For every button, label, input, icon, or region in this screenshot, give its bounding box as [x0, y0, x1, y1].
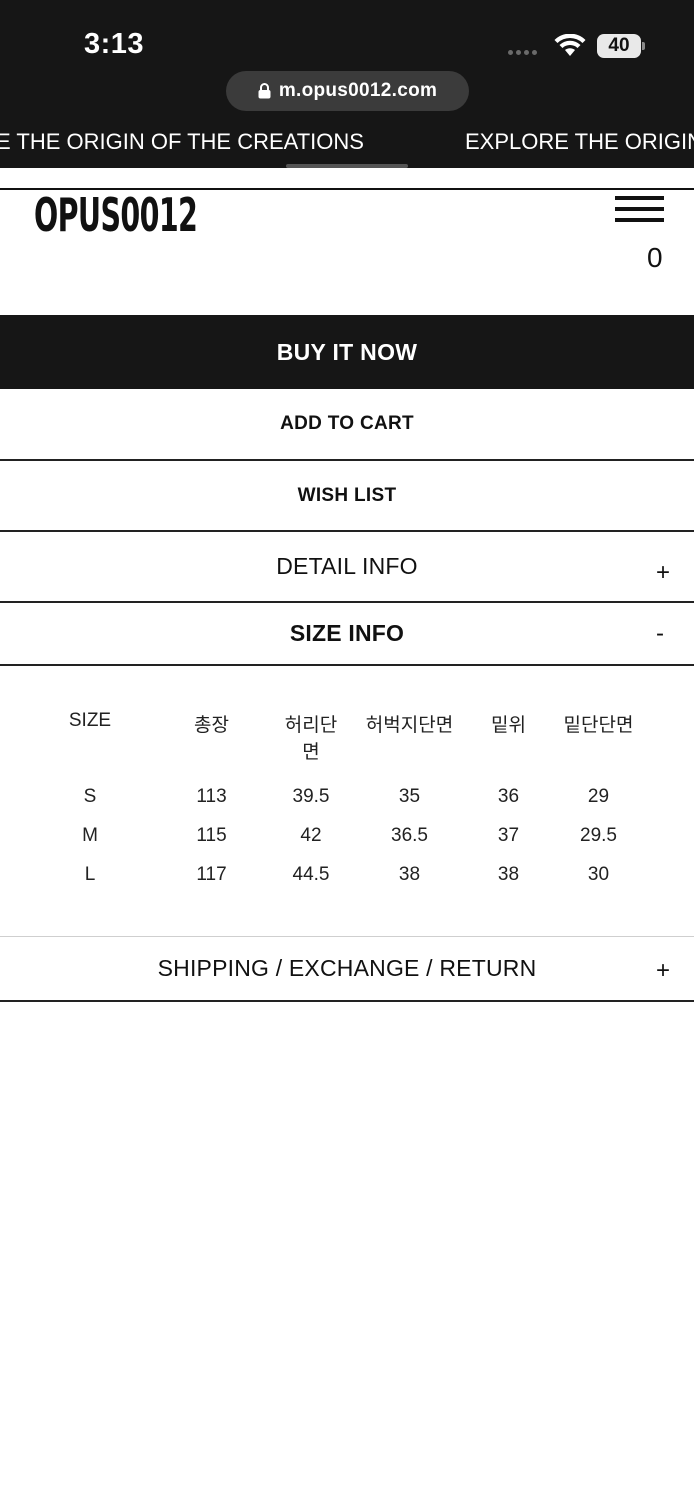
- table-cell: 36.5: [391, 824, 428, 846]
- table-row: S 113 39.5 35 36 29: [40, 764, 660, 816]
- cellular-signal-icon: [508, 50, 537, 55]
- table-cell: 117: [196, 863, 227, 885]
- marquee-text-repeat: EXPLORE THE ORIGIN: [465, 129, 694, 154]
- column-header: 밑단단면: [563, 715, 634, 736]
- accordion-size-info[interactable]: SIZE INFO -: [0, 603, 694, 664]
- table-cell: L: [84, 863, 96, 885]
- marquee-text: E THE ORIGIN OF THE CREATIONS: [0, 129, 364, 154]
- table-cell: 38: [497, 863, 520, 885]
- accordion-label: DETAIL INFO: [276, 553, 418, 579]
- column-header: SIZE: [68, 710, 112, 731]
- table-cell: 42: [300, 824, 322, 846]
- column-header: 허리단면: [284, 715, 338, 763]
- column-header: 밑위: [491, 715, 526, 736]
- wifi-icon: [554, 34, 586, 56]
- table-cell: 36: [497, 786, 520, 807]
- cart-count[interactable]: 0: [647, 242, 663, 274]
- table-header-row: SIZE 총장 허리단면 허벅지단면 밑위 밑단단면: [40, 700, 660, 764]
- expand-plus-icon: +: [656, 957, 671, 984]
- accordion-label: SIZE INFO: [289, 620, 405, 646]
- buy-now-button[interactable]: BUY IT NOW: [0, 315, 694, 389]
- size-table: SIZE 총장 허리단면 허벅지단면 밑위 밑단단면 S 113 39.5 35…: [40, 700, 660, 894]
- hamburger-menu-icon[interactable]: [615, 196, 664, 222]
- table-cell: 35: [398, 786, 421, 807]
- toolbar-handle: [286, 164, 408, 168]
- table-cell: S: [83, 786, 97, 807]
- expand-plus-icon: +: [656, 559, 671, 586]
- divider: [0, 1000, 694, 1002]
- table-cell: 115: [196, 824, 227, 846]
- table-cell: 29.5: [580, 824, 617, 846]
- marquee-banner: E THE ORIGIN OF THE CREATIONS EXPLORE TH…: [0, 126, 694, 160]
- column-header: 총장: [194, 715, 229, 736]
- column-header: 허벅지단면: [365, 715, 454, 736]
- wish-list-button[interactable]: WISH LIST: [0, 461, 694, 530]
- accordion-label: SHIPPING / EXCHANGE / RETURN: [157, 955, 537, 981]
- lock-icon: [258, 83, 271, 99]
- site-logo[interactable]: OPUS0012: [34, 188, 198, 242]
- table-row: M 115 42 36.5 37 29.5: [40, 816, 660, 855]
- divider: [0, 664, 694, 666]
- battery-icon: 40: [597, 34, 645, 58]
- table-cell: 113: [196, 786, 227, 807]
- add-to-cart-button[interactable]: ADD TO CART: [0, 389, 694, 459]
- table-cell: 38: [398, 863, 421, 885]
- table-cell: 44.5: [292, 863, 330, 885]
- battery-level: 40: [608, 35, 630, 56]
- browser-chrome: 3:13 40 m.opus0012.com E THE ORIGIN OF T…: [0, 0, 694, 168]
- table-cell: 30: [587, 863, 610, 885]
- table-cell: 29: [587, 786, 610, 807]
- accordion-detail-info[interactable]: DETAIL INFO +: [0, 532, 694, 601]
- table-cell: M: [82, 824, 98, 846]
- accordion-shipping-exchange-return[interactable]: SHIPPING / EXCHANGE / RETURN +: [0, 937, 694, 1000]
- status-time: 3:13: [84, 28, 145, 60]
- address-bar[interactable]: m.opus0012.com: [226, 71, 469, 111]
- collapse-minus-icon: -: [656, 620, 665, 647]
- url-text: m.opus0012.com: [278, 80, 438, 101]
- table-cell: 39.5: [292, 786, 330, 807]
- table-cell: 37: [497, 824, 520, 846]
- table-row: L 117 44.5 38 38 30: [40, 855, 660, 894]
